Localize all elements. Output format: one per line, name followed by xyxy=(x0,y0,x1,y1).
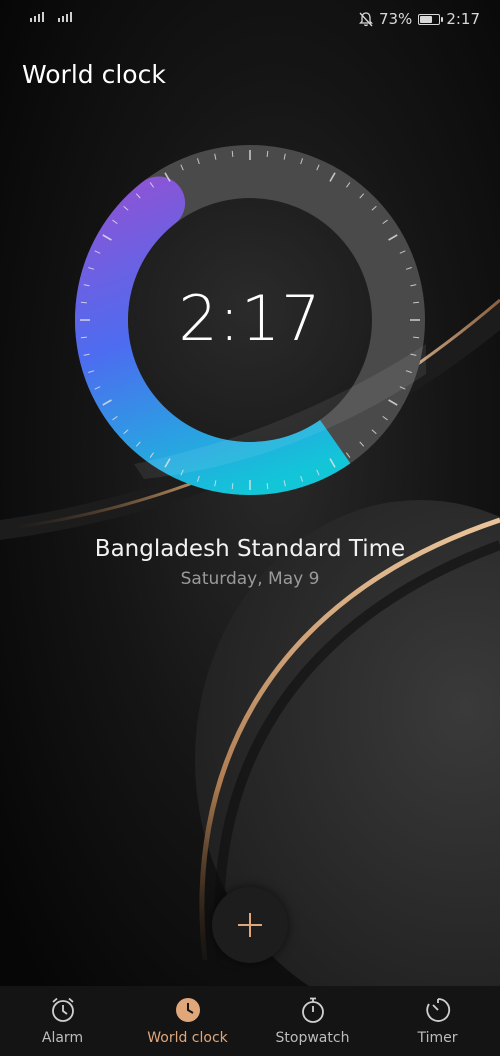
bottom-tab-bar: Alarm World clock Stopwatch Timer xyxy=(0,986,500,1056)
silent-bell-icon xyxy=(358,11,373,26)
tab-label: Alarm xyxy=(41,1030,84,1046)
clock-icon xyxy=(175,998,200,1022)
add-city-button[interactable] xyxy=(212,887,288,963)
tab-label: Stopwatch xyxy=(275,1030,350,1046)
battery-icon xyxy=(418,13,444,25)
plus-icon xyxy=(238,913,262,937)
tab-stopwatch[interactable]: Stopwatch xyxy=(250,986,375,1056)
tab-alarm[interactable]: Alarm xyxy=(0,986,125,1056)
battery-percent: 73% xyxy=(378,10,413,28)
alarm-icon xyxy=(51,997,74,1022)
timezone-date: Saturday, May 9 xyxy=(180,569,320,589)
tab-timer[interactable]: Timer xyxy=(375,986,500,1056)
dial-tick xyxy=(266,150,269,157)
timer-icon xyxy=(425,998,450,1022)
timezone-name[interactable]: Bangladesh Standard Time xyxy=(0,536,500,562)
page-title: World clock xyxy=(22,60,166,89)
status-bar: 73% 2:17 xyxy=(0,0,500,42)
dial-tick xyxy=(266,483,269,490)
stopwatch-icon xyxy=(301,997,324,1023)
signal-1-icon xyxy=(30,12,44,22)
status-time: 2:17 xyxy=(446,10,480,28)
clock-time: 2:17 xyxy=(178,282,322,355)
dial-tick xyxy=(231,150,234,157)
signal-2-icon xyxy=(58,12,72,22)
dial-tick xyxy=(231,483,234,490)
tab-label: Timer xyxy=(417,1030,458,1046)
tab-world-clock[interactable]: World clock xyxy=(125,986,250,1056)
tab-label: World clock xyxy=(147,1030,228,1046)
